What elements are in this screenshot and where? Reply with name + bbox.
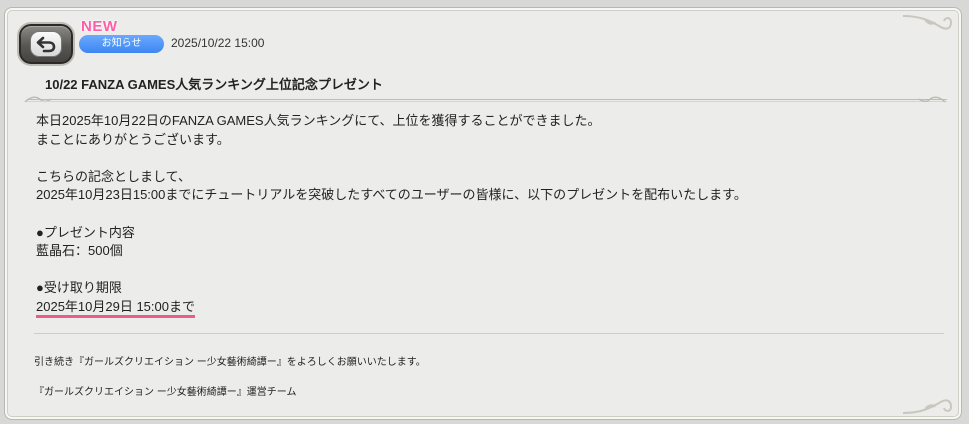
back-button[interactable] <box>19 24 73 64</box>
deadline-value: 2025年10月29日 15:00まで <box>36 299 195 318</box>
corner-ornament-icon <box>902 15 953 30</box>
body-line: 2025年10月23日15:00までにチュートリアルを突破したすべてのユーザーの… <box>36 187 747 203</box>
rule-ornament-icon <box>918 96 946 103</box>
body-line: 本日2025年10月22日のFANZA GAMES人気ランキングにて、上位を獲得… <box>36 113 601 128</box>
footer-signature: 『ガールズクリエイション ー少女藝術綺譚ー』運営チーム <box>34 387 297 398</box>
footer-divider <box>34 333 944 334</box>
return-arrow-icon <box>30 31 62 57</box>
news-body: 本日2025年10月22日のFANZA GAMES人気ランキングにて、上位を獲得… <box>36 112 936 318</box>
new-label: NEW <box>81 18 118 35</box>
present-item: 藍晶石：500個 <box>36 243 123 259</box>
news-title: 10/22 FANZA GAMES人気ランキング上位記念プレゼント <box>45 77 383 92</box>
title-divider <box>27 99 947 102</box>
body-line: こちらの記念としまして、 <box>36 168 191 184</box>
corner-ornament-icon <box>902 399 953 414</box>
news-detail-panel: NEW お知らせ 2025/10/22 15:00 10/22 FANZA GA… <box>4 7 962 420</box>
post-date: 2025/10/22 15:00 <box>171 36 265 50</box>
body-line: まことにありがとうございます。 <box>36 131 230 147</box>
category-badge: お知らせ <box>79 35 164 53</box>
present-heading: ●プレゼント内容 <box>36 224 135 240</box>
deadline-heading: ●受け取り期限 <box>36 280 122 296</box>
footer-message: 引き続き『ガールズクリエイション ー少女藝術綺譚ー』をよろしくお願いいたします。 <box>34 357 426 368</box>
